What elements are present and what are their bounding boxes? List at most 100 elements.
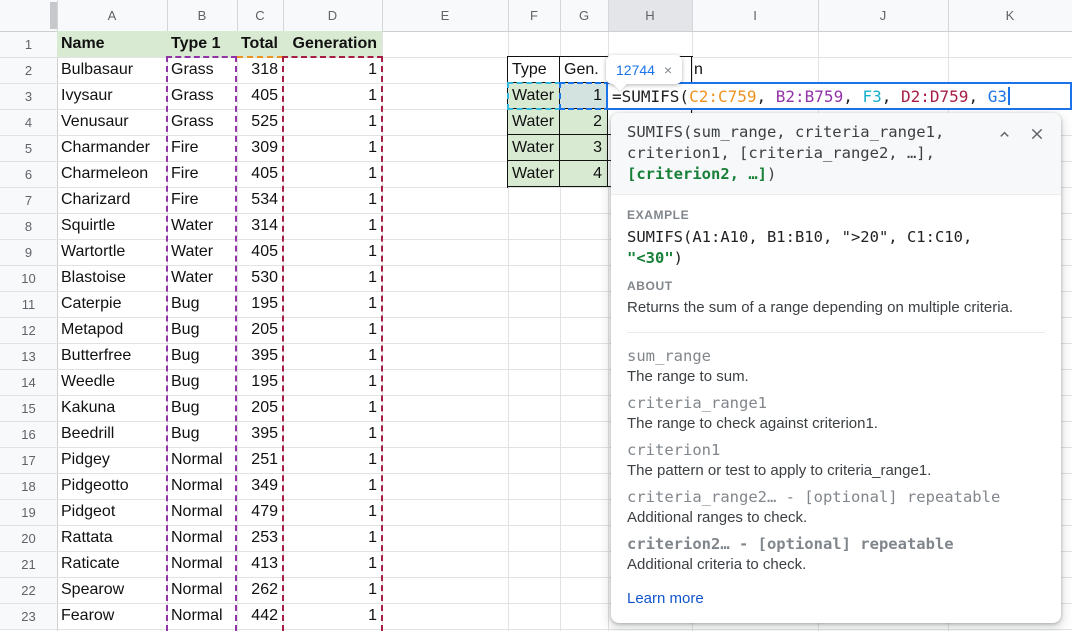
- cell-D18[interactable]: 1: [283, 473, 382, 499]
- row-header-22[interactable]: 22: [0, 577, 57, 603]
- row-header-16[interactable]: 16: [0, 421, 57, 447]
- row-header-5[interactable]: 5: [0, 135, 57, 161]
- cell-A23[interactable]: Fearow: [57, 603, 167, 629]
- cell-C6[interactable]: 405: [237, 161, 283, 187]
- cell-D10[interactable]: 1: [283, 265, 382, 291]
- column-header-G[interactable]: G: [560, 0, 608, 31]
- cell-C19[interactable]: 479: [237, 499, 283, 525]
- row-header-11[interactable]: 11: [0, 291, 57, 317]
- column-header-K[interactable]: K: [948, 0, 1072, 31]
- cell-D5[interactable]: 1: [283, 135, 382, 161]
- cell-A16[interactable]: Beedrill: [57, 421, 167, 447]
- row-header-15[interactable]: 15: [0, 395, 57, 421]
- close-icon[interactable]: [1029, 126, 1045, 142]
- cell-C17[interactable]: 251: [237, 447, 283, 473]
- cell-G3[interactable]: 1: [560, 83, 608, 109]
- row-header-6[interactable]: 6: [0, 161, 57, 187]
- cell-B2[interactable]: Grass: [167, 57, 237, 83]
- cell-F5[interactable]: Water: [508, 135, 560, 161]
- cell-D11[interactable]: 1: [283, 291, 382, 317]
- cell-A10[interactable]: Blastoise: [57, 265, 167, 291]
- row-header-9[interactable]: 9: [0, 239, 57, 265]
- select-all-corner[interactable]: [0, 0, 57, 31]
- row-header-4[interactable]: 4: [0, 109, 57, 135]
- cell-A13[interactable]: Butterfree: [57, 343, 167, 369]
- cell-C1[interactable]: Total: [237, 31, 283, 57]
- cell-A6[interactable]: Charmeleon: [57, 161, 167, 187]
- cell-B7[interactable]: Fire: [167, 187, 237, 213]
- row-header-14[interactable]: 14: [0, 369, 57, 395]
- cell-C10[interactable]: 530: [237, 265, 283, 291]
- cell-F3[interactable]: Water: [508, 83, 560, 109]
- cell-G6[interactable]: 4: [560, 161, 608, 187]
- row-header-20[interactable]: 20: [0, 525, 57, 551]
- cell-B12[interactable]: Bug: [167, 317, 237, 343]
- cell-D7[interactable]: 1: [283, 187, 382, 213]
- column-header-B[interactable]: B: [167, 0, 237, 31]
- cell-A5[interactable]: Charmander: [57, 135, 167, 161]
- cell-A3[interactable]: Ivysaur: [57, 83, 167, 109]
- row-header-19[interactable]: 19: [0, 499, 57, 525]
- cell-G5[interactable]: 3: [560, 135, 608, 161]
- cell-B22[interactable]: Normal: [167, 577, 237, 603]
- cell-C3[interactable]: 405: [237, 83, 283, 109]
- cell-D4[interactable]: 1: [283, 109, 382, 135]
- row-header-12[interactable]: 12: [0, 317, 57, 343]
- cell-F6[interactable]: Water: [508, 161, 560, 187]
- column-header-C[interactable]: C: [237, 0, 283, 31]
- cell-C2[interactable]: 318: [237, 57, 283, 83]
- cell-D12[interactable]: 1: [283, 317, 382, 343]
- cell-D15[interactable]: 1: [283, 395, 382, 421]
- cell-D17[interactable]: 1: [283, 447, 382, 473]
- cell-D20[interactable]: 1: [283, 525, 382, 551]
- row-header-17[interactable]: 17: [0, 447, 57, 473]
- cell-A8[interactable]: Squirtle: [57, 213, 167, 239]
- cell-C22[interactable]: 262: [237, 577, 283, 603]
- cell-B8[interactable]: Water: [167, 213, 237, 239]
- cell-C15[interactable]: 205: [237, 395, 283, 421]
- row-header-1[interactable]: 1: [0, 31, 57, 57]
- cell-B21[interactable]: Normal: [167, 551, 237, 577]
- cell-D3[interactable]: 1: [283, 83, 382, 109]
- cell-B4[interactable]: Grass: [167, 109, 237, 135]
- cell-A19[interactable]: Pidgeot: [57, 499, 167, 525]
- cell-A14[interactable]: Weedle: [57, 369, 167, 395]
- cell-D19[interactable]: 1: [283, 499, 382, 525]
- tooltip-close-icon[interactable]: ×: [664, 62, 672, 78]
- row-header-3[interactable]: 3: [0, 83, 57, 109]
- cell-B11[interactable]: Bug: [167, 291, 237, 317]
- cell-D13[interactable]: 1: [283, 343, 382, 369]
- cell-C8[interactable]: 314: [237, 213, 283, 239]
- learn-more-link[interactable]: Learn more: [627, 590, 704, 607]
- cell-F4[interactable]: Water: [508, 109, 560, 135]
- row-header-7[interactable]: 7: [0, 187, 57, 213]
- cell-A20[interactable]: Rattata: [57, 525, 167, 551]
- cell-D16[interactable]: 1: [283, 421, 382, 447]
- cell-A9[interactable]: Wartortle: [57, 239, 167, 265]
- collapse-icon[interactable]: [997, 127, 1012, 142]
- cell-B20[interactable]: Normal: [167, 525, 237, 551]
- cell-D22[interactable]: 1: [283, 577, 382, 603]
- cell-C16[interactable]: 395: [237, 421, 283, 447]
- cell-B14[interactable]: Bug: [167, 369, 237, 395]
- cell-B10[interactable]: Water: [167, 265, 237, 291]
- cell-D23[interactable]: 1: [283, 603, 382, 629]
- cell-C18[interactable]: 349: [237, 473, 283, 499]
- cell-A7[interactable]: Charizard: [57, 187, 167, 213]
- column-header-H[interactable]: H: [608, 0, 692, 31]
- row-header-10[interactable]: 10: [0, 265, 57, 291]
- cell-B5[interactable]: Fire: [167, 135, 237, 161]
- cell-G4[interactable]: 2: [560, 109, 608, 135]
- cell-A21[interactable]: Raticate: [57, 551, 167, 577]
- cell-G2[interactable]: Gen.: [560, 57, 608, 83]
- column-header-D[interactable]: D: [283, 0, 382, 31]
- row-header-21[interactable]: 21: [0, 551, 57, 577]
- cell-C11[interactable]: 195: [237, 291, 283, 317]
- cell-C20[interactable]: 253: [237, 525, 283, 551]
- row-header-2[interactable]: 2: [0, 57, 57, 83]
- column-header-F[interactable]: F: [508, 0, 560, 31]
- cell-F2[interactable]: Type: [508, 57, 560, 83]
- cell-C12[interactable]: 205: [237, 317, 283, 343]
- column-header-I[interactable]: I: [692, 0, 818, 31]
- cell-C23[interactable]: 442: [237, 603, 283, 629]
